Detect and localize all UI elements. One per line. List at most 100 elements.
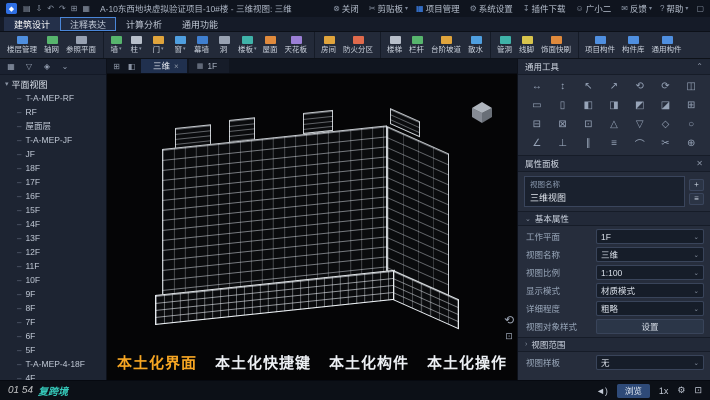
- ribbon-tool-button[interactable]: 门 ▾: [147, 32, 169, 58]
- ribbon-tool-button[interactable]: 台阶坡道: [428, 32, 465, 58]
- modify-tool-icon[interactable]: ↔: [524, 78, 550, 95]
- tree-item-floor[interactable]: ‒ 6F: [0, 329, 106, 343]
- browser-tool-icon[interactable]: ▦: [3, 60, 19, 73]
- quick-tool-icon[interactable]: ↶: [47, 4, 54, 13]
- titlebar-menu-item[interactable]: ↧ 插件下载: [523, 3, 568, 15]
- tree-item-floor[interactable]: ‒ 10F: [0, 273, 106, 287]
- close-icon[interactable]: ✕: [696, 159, 703, 168]
- settings-icon[interactable]: ⚙: [677, 385, 685, 396]
- basic-properties-section[interactable]: ⌄ 基本属性: [518, 211, 710, 226]
- modify-tool-icon[interactable]: ◩: [627, 97, 653, 114]
- modify-tool-icon[interactable]: ◪: [653, 97, 679, 114]
- tree-item-floor[interactable]: ‒ 18F: [0, 161, 106, 175]
- ribbon-tool-button[interactable]: 饰面快刷: [538, 32, 575, 58]
- tree-item-floor[interactable]: ‒ 17F: [0, 175, 106, 189]
- property-value-control[interactable]: 1:100 ⌄: [596, 265, 704, 280]
- tree-item-floor[interactable]: ‒ 5F: [0, 343, 106, 357]
- modify-tool-icon[interactable]: ◇: [653, 116, 679, 133]
- ribbon-tab[interactable]: 建筑设计: [4, 17, 61, 31]
- ribbon-tool-button[interactable]: 幕墙: [191, 32, 213, 58]
- modify-tool-icon[interactable]: ⊥: [550, 135, 576, 152]
- modify-tool-icon[interactable]: ⌒: [627, 135, 653, 152]
- ribbon-tool-button[interactable]: 栏杆: [406, 32, 428, 58]
- titlebar-menu-item[interactable]: ⚙ 系统设置: [470, 3, 515, 15]
- fullscreen-icon[interactable]: ⊡: [694, 385, 702, 396]
- modify-tool-icon[interactable]: ≡: [601, 135, 627, 152]
- property-value-control[interactable]: 无 ⌄: [596, 355, 704, 370]
- tree-item-floor[interactable]: ‒ RF: [0, 105, 106, 119]
- properties-panel-header[interactable]: 属性面板 ✕: [518, 156, 710, 172]
- modify-tool-icon[interactable]: ▭: [524, 97, 550, 114]
- modify-tool-icon[interactable]: ↕: [550, 78, 576, 95]
- ribbon-tool-button[interactable]: 轴网: [41, 32, 63, 58]
- modify-tool-icon[interactable]: ▽: [627, 116, 653, 133]
- quick-tool-icon[interactable]: ↷: [59, 4, 66, 13]
- tree-item-floor[interactable]: ‒ 13F: [0, 231, 106, 245]
- common-tools-header[interactable]: 通用工具 ⌃: [518, 59, 710, 75]
- modify-tool-icon[interactable]: ⊡: [575, 116, 601, 133]
- ribbon-tab[interactable]: 计算分析: [116, 17, 172, 31]
- ribbon-tool-button[interactable]: 防火分区: [340, 32, 377, 58]
- modify-tool-icon[interactable]: ↗: [601, 78, 627, 95]
- modify-tool-icon[interactable]: ◧: [575, 97, 601, 114]
- property-value-control[interactable]: 粗略 ⌄: [596, 301, 704, 316]
- view-range-section[interactable]: › 视图范围: [518, 337, 710, 352]
- property-value-control[interactable]: 材质模式 ⌄: [596, 283, 704, 298]
- modify-tool-icon[interactable]: ⊞: [678, 97, 704, 114]
- titlebar-menu-item[interactable]: ☺ 广小二: [576, 3, 614, 15]
- window-restore-icon[interactable]: ▢: [696, 4, 704, 13]
- close-icon[interactable]: ×: [174, 62, 179, 71]
- quick-tool-icon[interactable]: ⊞: [71, 4, 78, 13]
- browser-tool-icon[interactable]: ◈: [39, 60, 55, 73]
- ribbon-tool-button[interactable]: 窗 ▾: [169, 32, 191, 58]
- view-cube-icon[interactable]: [469, 100, 495, 124]
- rotate-view-icon[interactable]: ⟲: [504, 313, 514, 327]
- volume-icon[interactable]: ◄): [596, 386, 608, 396]
- tree-item-floor[interactable]: ‒ JF: [0, 147, 106, 161]
- ribbon-tool-button[interactable]: 房间: [314, 32, 340, 58]
- modify-tool-icon[interactable]: ∥: [575, 135, 601, 152]
- ribbon-tool-button[interactable]: 墙 ▾: [103, 32, 125, 58]
- titlebar-menu-item[interactable]: ✂ 剪贴板 ▾: [369, 3, 408, 15]
- tree-item-floor[interactable]: ‒ 4F: [0, 371, 106, 380]
- ribbon-tool-button[interactable]: 楼梯: [380, 32, 406, 58]
- ribbon-tool-button[interactable]: 天花板: [282, 32, 312, 58]
- add-button[interactable]: +: [689, 178, 704, 191]
- ribbon-tool-button[interactable]: 参照平面: [63, 32, 100, 58]
- ribbon-tool-button[interactable]: 屋面: [260, 32, 282, 58]
- ribbon-tool-button[interactable]: 柱 ▾: [125, 32, 147, 58]
- browser-tool-icon[interactable]: ⌄: [57, 60, 73, 73]
- viewport-mode-icon[interactable]: ⊡: [505, 331, 513, 342]
- tree-item-floor[interactable]: ‒ T-A-MEP-JF: [0, 133, 106, 147]
- ribbon-tool-button[interactable]: 构件库: [619, 32, 649, 58]
- tree-root-plan-views[interactable]: ▾ 平面视图: [0, 77, 106, 91]
- ribbon-tool-button[interactable]: 楼板 ▾: [235, 32, 260, 58]
- tree-item-floor[interactable]: ‒ 屋面层: [0, 119, 106, 133]
- tree-item-floor[interactable]: ‒ 9F: [0, 287, 106, 301]
- property-value-control[interactable]: 三维 ⌄: [596, 247, 704, 262]
- modify-tool-icon[interactable]: ⊕: [678, 135, 704, 152]
- modify-tool-icon[interactable]: ⟳: [653, 78, 679, 95]
- modify-tool-icon[interactable]: △: [601, 116, 627, 133]
- ribbon-tab[interactable]: 通用功能: [172, 17, 228, 31]
- tree-item-floor[interactable]: ‒ 11F: [0, 259, 106, 273]
- modify-tool-icon[interactable]: ○: [678, 116, 704, 133]
- tree-item-floor[interactable]: ‒ 8F: [0, 301, 106, 315]
- titlebar-menu-item[interactable]: ✉ 反馈 ▾: [621, 3, 652, 15]
- ribbon-tool-button[interactable]: 洞: [213, 32, 235, 58]
- view-layout-icon[interactable]: ⊞: [109, 59, 124, 73]
- modify-tool-icon[interactable]: ⟲: [627, 78, 653, 95]
- property-value-control[interactable]: 1F ⌄: [596, 229, 704, 244]
- view-tab[interactable]: 三维 ×: [141, 59, 187, 73]
- modify-tool-icon[interactable]: ⊟: [524, 116, 550, 133]
- ribbon-tab[interactable]: 注释表达: [60, 17, 117, 31]
- tree-item-floor[interactable]: ‒ T-A-MEP-RF: [0, 91, 106, 105]
- ribbon-tool-button[interactable]: 散水: [465, 32, 487, 58]
- modify-tool-icon[interactable]: ▯: [550, 97, 576, 114]
- property-value-control[interactable]: 设置: [596, 319, 704, 334]
- collapse-icon[interactable]: ⌃: [696, 62, 703, 71]
- ribbon-tool-button[interactable]: 管洞: [490, 32, 516, 58]
- view-selector[interactable]: 视图名称 三维视图: [524, 176, 685, 207]
- tree-item-floor[interactable]: ‒ 16F: [0, 189, 106, 203]
- tree-item-floor[interactable]: ‒ 15F: [0, 203, 106, 217]
